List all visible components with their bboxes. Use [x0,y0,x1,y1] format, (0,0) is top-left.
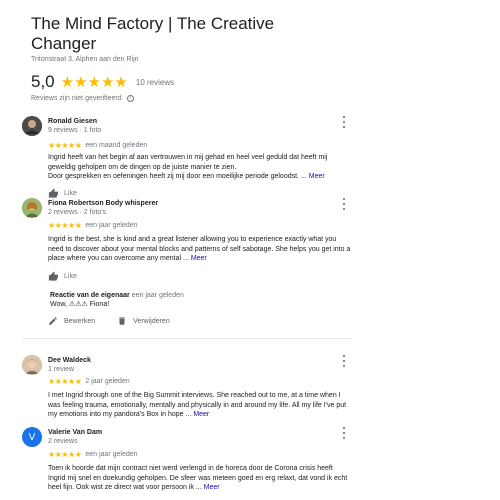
owner-reply-title: Reactie van de eigenaar een jaar geleden [50,291,340,300]
review-rating: ★★★★★ een jaar geleden [48,450,352,459]
more-link[interactable]: Meer [309,173,325,180]
avatar[interactable]: V [22,427,42,447]
review-card: Ronald Giesen 9 reviews · 1 foto ★★★★★ e… [22,116,352,200]
review-text: I met Ingrid through one of the Big Summ… [48,391,352,420]
review-rating: ★★★★★ een jaar geleden [48,221,352,230]
owner-reply-label: Reactie van de eigenaar [50,292,130,299]
owner-reply-time: een jaar geleden [131,292,184,299]
avatar-photo-icon [22,355,42,375]
owner-reply-actions: Bewerken Verwijderen [48,316,192,326]
review-stars: ★★★★★ [48,377,82,386]
review-text-paragraph: Toen ik hoorde dat mijn contract niet we… [48,465,348,491]
reviewer-name[interactable]: Ronald Giesen [48,117,101,126]
review-text: Toen ik hoorde dat mijn contract niet we… [48,464,352,493]
review-time: een maand geleden [85,142,148,149]
avatar-photo-icon [22,116,42,136]
review-stars: ★★★★★ [48,450,82,459]
business-title: The Mind Factory | The Creative Changer [31,14,471,54]
trash-icon [119,317,126,325]
pencil-icon [49,317,57,325]
unverified-text: Reviews zijn niet geverifieerd [31,95,122,102]
review-stars: ★★★★★ [48,141,82,150]
delete-button[interactable]: Verwijderen [117,316,170,326]
more-link[interactable]: Meer [191,255,207,262]
review-card: V Valerie Van Dam 2 reviews ★★★★★ een ja… [22,427,352,500]
review-time: een jaar geleden [85,451,138,458]
reviewer-name[interactable]: Dee Waldeck [48,356,91,365]
rating-value: 5,0 [31,72,55,91]
review-count-link[interactable]: 10 reviews [136,78,174,87]
review-text-paragraph: Ingrid heeft van het begin af aan vertro… [48,154,328,171]
reviewer-meta: 9 reviews · 1 foto [48,127,102,134]
reviewer-name[interactable]: Fiona Robertson Body whisperer [48,199,158,208]
review-card: Dee Waldeck 1 review ★★★★★ 2 jaar gelede… [22,355,352,420]
business-title-line-1: The Mind Factory | The Creative [31,14,275,33]
reviewer-meta: 2 reviews [48,438,78,445]
avatar[interactable] [22,198,42,218]
review-rating: ★★★★★ 2 jaar geleden [48,377,352,386]
avatar-initial: V [28,431,36,443]
reviewer-name[interactable]: Valerie Van Dam [48,428,102,437]
unverified-notice: Reviews zijn niet geverifieerd i [31,95,471,102]
edit-label: Bewerken [64,317,96,325]
review-header: Fiona Robertson Body whisperer 2 reviews… [22,198,352,218]
more-link[interactable]: Meer [204,484,220,491]
more-options-icon[interactable] [340,198,348,210]
more-options-icon[interactable] [340,116,348,128]
review-time: 2 jaar geleden [85,378,130,385]
review-stars: ★★★★★ [48,221,82,230]
avatar[interactable] [22,355,42,375]
info-icon[interactable]: i [126,95,134,102]
avatar-photo-icon [22,198,42,218]
more-options-icon[interactable] [340,355,348,367]
like-label: Like [64,273,77,280]
rating-stars: ★★★★★ [60,74,128,91]
delete-label: Verwijderen [133,317,170,325]
avatar[interactable] [22,116,42,136]
owner-reply-text: Wow, ⚠⚠⚠ Fiona! [50,301,110,308]
rating-summary: 5,0 ★★★★★ 10 reviews [31,71,471,93]
review-card: Fiona Robertson Body whisperer 2 reviews… [22,198,352,283]
review-header: V Valerie Van Dam 2 reviews [22,427,352,447]
more-options-icon[interactable] [340,427,348,439]
like-label: Like [64,190,77,197]
owner-reply: Reactie van de eigenaar een jaar geleden… [50,291,340,310]
review-time: een jaar geleden [85,222,138,229]
divider [22,338,352,339]
review-rating: ★★★★★ een maand geleden [48,141,352,150]
like-button[interactable]: Like [48,271,352,283]
edit-button[interactable]: Bewerken [48,316,95,326]
business-title-line-2: Changer [31,34,97,53]
thumbs-up-icon [48,271,59,281]
review-header: Ronald Giesen 9 reviews · 1 foto [22,116,352,136]
review-text-paragraph-2: Door gesprekken en oefeningen heeft zij … [48,173,307,180]
review-text: Ingrid is the best, she is kind and a gr… [48,235,352,264]
reviewer-meta: 2 reviews · 2 foto's [48,209,107,216]
review-text: Ingrid heeft van het begin af aan vertro… [48,153,352,182]
more-link[interactable]: Meer [193,411,209,418]
reviewer-meta: 1 review [48,366,75,373]
review-header: Dee Waldeck 1 review [22,355,352,375]
business-address: Tritonstraat 3, Alphen aan den Rijn [31,56,139,63]
business-header: The Mind Factory | The Creative Changer … [31,14,471,102]
